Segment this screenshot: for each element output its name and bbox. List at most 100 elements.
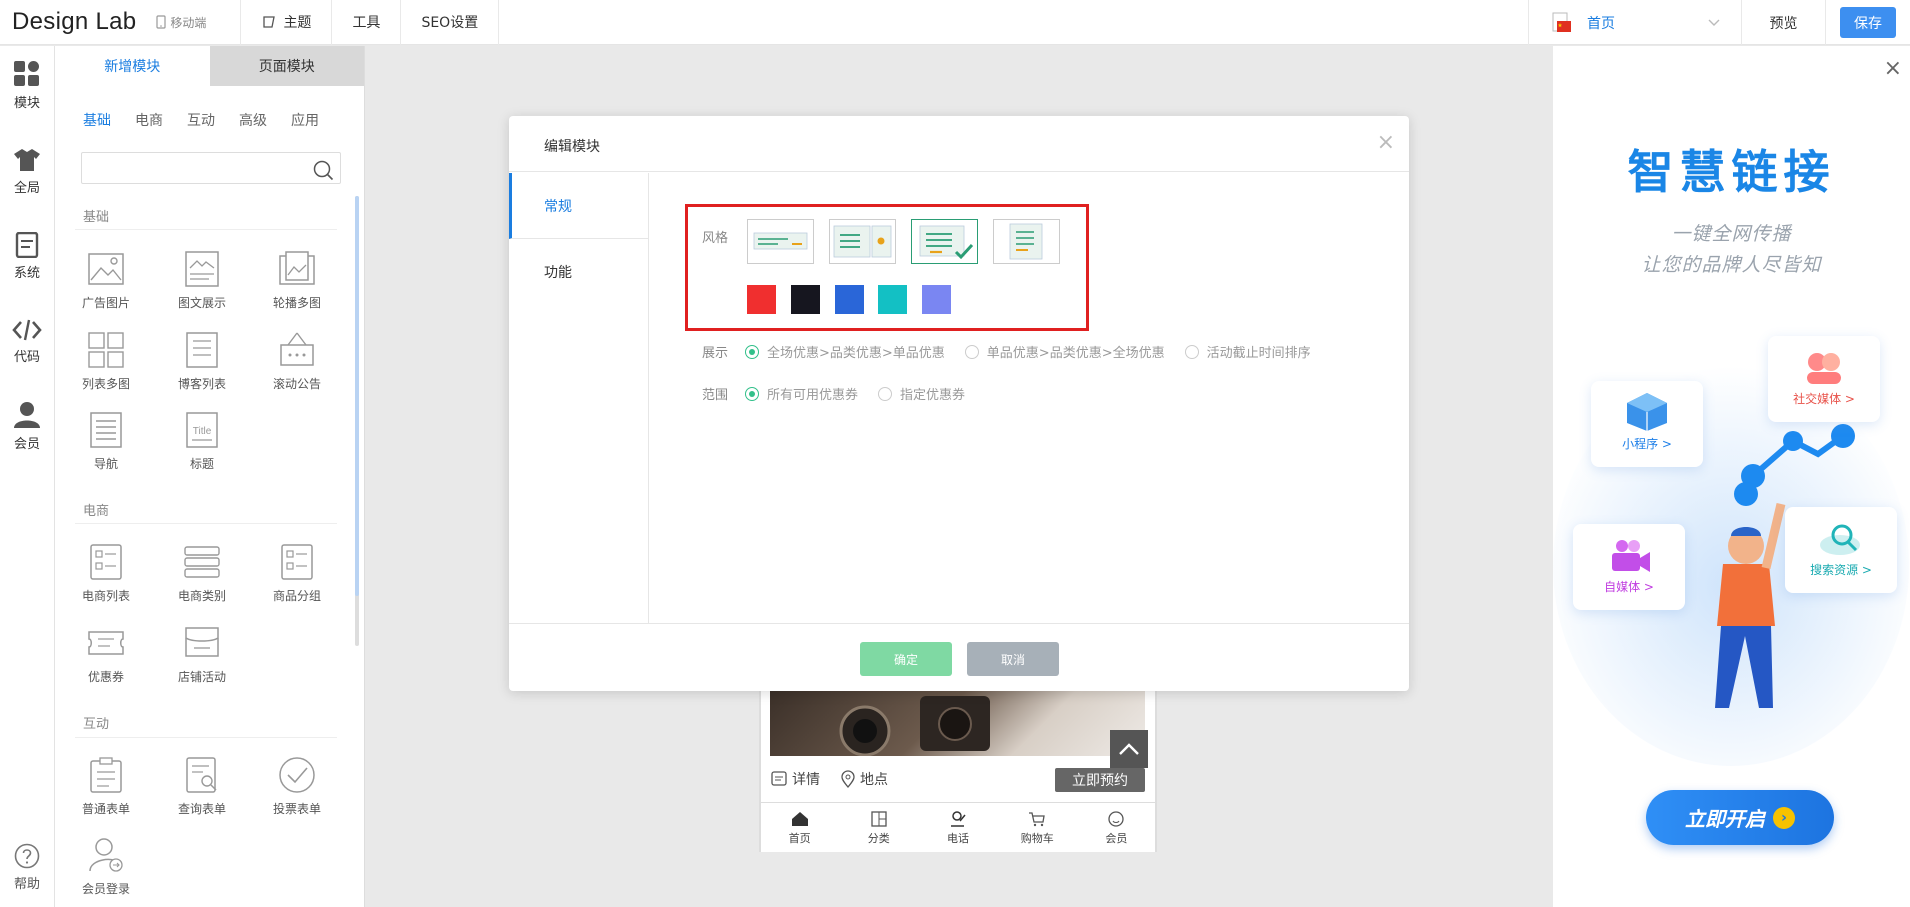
tab-page-module[interactable]: 页面模块 xyxy=(209,46,364,86)
location-link[interactable]: 地点 xyxy=(860,769,888,789)
page-language-select[interactable]: 首页 xyxy=(1528,0,1741,45)
radio[interactable] xyxy=(878,386,893,401)
home-icon xyxy=(791,812,808,826)
tab-function[interactable]: 功能 xyxy=(509,239,649,305)
module-image-text[interactable]: 图文展示 xyxy=(162,250,242,311)
module-product-list[interactable]: 电商列表 xyxy=(66,543,146,604)
theme-icon xyxy=(263,16,276,28)
rail-item-modules[interactable]: 模块 xyxy=(0,60,54,111)
module-title[interactable]: Title 标题 xyxy=(162,411,242,472)
start-now-button[interactable]: 立即开启 › xyxy=(1646,790,1834,845)
phone-tab-cart[interactable]: 购物车 xyxy=(998,803,1077,852)
category-tab-interactive[interactable]: 互动 xyxy=(187,110,215,130)
radio[interactable] xyxy=(1184,344,1199,359)
top-menu-theme[interactable]: 主题 xyxy=(241,0,331,45)
category-tab-advanced[interactable]: 高级 xyxy=(239,110,267,130)
color-swatch-blue[interactable] xyxy=(835,285,864,314)
module-member-login[interactable]: 会员登录 xyxy=(66,838,146,897)
color-swatch-cyan[interactable] xyxy=(878,285,907,314)
category-tab-basic[interactable]: 基础 xyxy=(83,110,111,130)
cart-icon xyxy=(1029,812,1045,827)
module-blog-list[interactable]: 博客列表 xyxy=(162,331,242,392)
style-option-1[interactable] xyxy=(747,219,814,264)
product-group-icon xyxy=(281,544,313,580)
tab-new-module[interactable]: 新增模块 xyxy=(55,46,210,86)
promo-card-search-resource[interactable]: 搜索资源 > xyxy=(1785,507,1897,593)
location-icon xyxy=(841,770,855,788)
radio-selected[interactable] xyxy=(745,386,759,401)
help-button[interactable]: 帮助 xyxy=(0,843,54,892)
detail-link[interactable]: 详情 xyxy=(792,769,820,789)
style-option-3-selected[interactable] xyxy=(911,219,978,264)
phone-tab-home[interactable]: 首页 xyxy=(760,803,839,852)
style-option-4[interactable] xyxy=(993,219,1060,264)
device-label: 移动端 xyxy=(170,15,207,30)
top-menu-seo[interactable]: SEO设置 xyxy=(401,0,498,45)
rail-item-global[interactable]: 全局 xyxy=(0,147,54,196)
module-scroll-notice[interactable]: 滚动公告 xyxy=(257,331,337,392)
module-label: 投票表单 xyxy=(272,802,321,816)
close-icon[interactable]: × xyxy=(1377,130,1395,155)
dialog-header: 编辑模块 × xyxy=(509,116,1409,172)
device-switch[interactable]: 移动端 xyxy=(156,14,206,31)
search-icon[interactable] xyxy=(312,159,334,181)
module-vote-form[interactable]: 投票表单 xyxy=(257,756,337,817)
divider xyxy=(75,737,337,738)
module-coupon[interactable]: 优惠券 xyxy=(66,624,146,685)
top-menu-label: 主题 xyxy=(283,15,312,31)
phone-tab-category[interactable]: 分类 xyxy=(839,803,918,852)
promo-card-miniprogram[interactable]: 小程序 > xyxy=(1591,381,1703,467)
promo-card-social-media[interactable]: 社交媒体 > xyxy=(1768,336,1880,422)
image-text-icon xyxy=(185,251,219,287)
top-bar: Design Lab 移动端 主题 工具 SEO设置 首页 预览 保存 xyxy=(0,0,1910,45)
module-carousel[interactable]: 轮播多图 xyxy=(257,250,337,311)
category-tab-apps[interactable]: 应用 xyxy=(291,110,319,130)
preview-button[interactable]: 预览 xyxy=(1741,0,1826,45)
rail-label: 模块 xyxy=(13,96,40,111)
brand-logo: Design Lab xyxy=(12,8,137,35)
close-icon[interactable]: × xyxy=(1884,56,1902,81)
display-option-2[interactable]: 单品优惠>品类优惠>全场优惠 xyxy=(964,342,1165,361)
scope-option-all[interactable]: 所有可用优惠券 xyxy=(745,384,858,403)
phone-tab-member[interactable]: 会员 xyxy=(1077,803,1156,852)
tab-general[interactable]: 常规 xyxy=(509,173,649,239)
divider xyxy=(75,229,337,230)
promo-card-self-media[interactable]: 自媒体 > xyxy=(1573,524,1685,610)
color-swatch-purple[interactable] xyxy=(922,285,951,314)
rail-label: 代码 xyxy=(13,350,40,365)
panel-scrollbar-thumb[interactable] xyxy=(355,196,359,596)
rail-item-system[interactable]: 系统 xyxy=(0,232,54,281)
confirm-button[interactable]: 确定 xyxy=(860,642,952,676)
color-swatch-black[interactable] xyxy=(791,285,820,314)
color-swatch-red[interactable] xyxy=(747,285,776,314)
phone-tab-phone[interactable]: 电话 xyxy=(918,803,997,852)
scope-option-specified[interactable]: 指定优惠券 xyxy=(878,384,965,403)
divider xyxy=(75,523,337,524)
display-option-1[interactable]: 全场优惠>品类优惠>单品优惠 xyxy=(745,342,945,361)
module-search-input[interactable] xyxy=(81,152,341,184)
module-image-list[interactable]: 列表多图 xyxy=(66,331,146,392)
rail-item-member[interactable]: 会员 xyxy=(0,401,54,452)
module-store-activity[interactable]: 店铺活动 xyxy=(162,624,242,685)
panel-tabs: 新增模块 页面模块 xyxy=(55,46,364,86)
module-product-group[interactable]: 商品分组 xyxy=(257,543,337,604)
rail-item-code[interactable]: 代码 xyxy=(0,318,54,365)
module-product-category[interactable]: 电商类别 xyxy=(162,543,242,604)
top-menu-tools[interactable]: 工具 xyxy=(332,0,400,45)
promo-card-label: 自媒体 > xyxy=(1604,580,1654,594)
radio[interactable] xyxy=(964,344,979,359)
module-ad-image[interactable]: 广告图片 xyxy=(66,250,146,311)
back-to-top-button[interactable] xyxy=(1110,730,1148,768)
display-option-3[interactable]: 活动截止时间排序 xyxy=(1184,342,1311,361)
form-icon xyxy=(90,757,122,793)
user-icon xyxy=(14,402,40,428)
category-tab-ecommerce[interactable]: 电商 xyxy=(135,110,163,130)
cancel-button[interactable]: 取消 xyxy=(967,642,1059,676)
module-navigation[interactable]: 导航 xyxy=(66,411,146,472)
module-query-form[interactable]: 查询表单 xyxy=(162,756,242,817)
radio-selected[interactable] xyxy=(745,344,759,359)
book-now-button[interactable]: 立即预约 xyxy=(1055,768,1145,792)
save-button[interactable]: 保存 xyxy=(1840,7,1896,38)
style-option-2[interactable] xyxy=(829,219,896,264)
module-basic-form[interactable]: 普通表单 xyxy=(66,756,146,817)
